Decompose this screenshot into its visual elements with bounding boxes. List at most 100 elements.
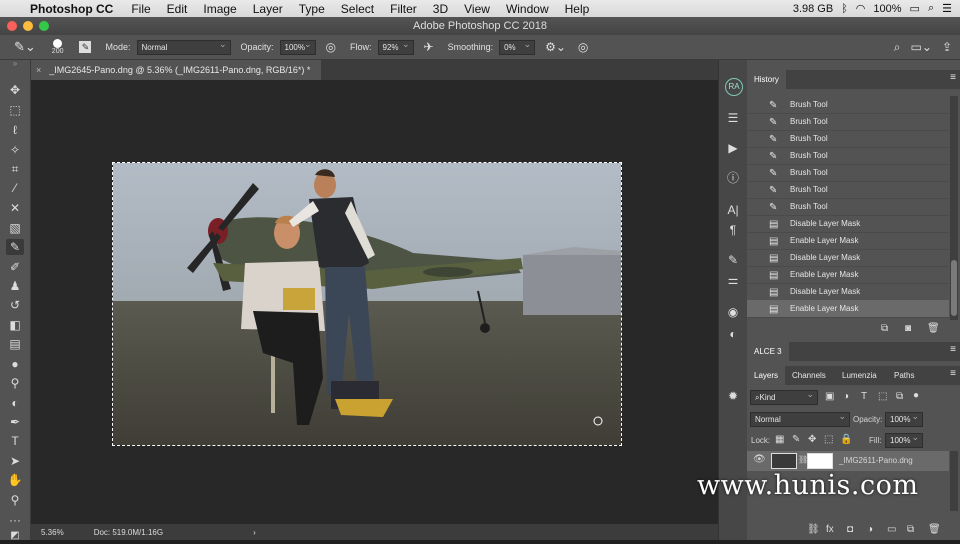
mode-select[interactable]: Normal: [136, 38, 231, 55]
minimize-window-button[interactable]: [23, 21, 33, 31]
history-item[interactable]: ✎ Brush Tool: [747, 113, 949, 131]
hand-tool-icon[interactable]: ✋: [6, 472, 24, 488]
move-tool-icon[interactable]: ✥: [6, 82, 24, 98]
history-item[interactable]: ✎ Brush Tool: [747, 198, 949, 216]
history-item[interactable]: ▤ Disable Layer Mask: [747, 283, 949, 301]
history-scrollbar[interactable]: [950, 96, 958, 320]
fill-field[interactable]: 100%: [885, 431, 923, 448]
wifi-icon[interactable]: ◠: [856, 2, 866, 15]
menu-3d[interactable]: 3D: [425, 2, 456, 16]
history-item[interactable]: ▤ Enable Layer Mask: [747, 232, 949, 250]
actions-play-icon[interactable]: ▶: [725, 140, 741, 156]
properties-icon[interactable]: ☰: [725, 110, 741, 126]
airbrush-icon[interactable]: ✈: [424, 40, 434, 54]
zoom-tool-icon[interactable]: ⚲: [6, 492, 24, 508]
filter-smart-object-icon[interactable]: ⧉: [896, 391, 903, 402]
doc-size[interactable]: Doc: 519.0M/1.16G: [94, 528, 163, 537]
lock-artboard-icon[interactable]: ⬚: [824, 434, 833, 445]
new-document-from-state-icon[interactable]: ⧉: [881, 323, 888, 334]
layers-scrollbar[interactable]: [950, 451, 958, 511]
eye-visibility-icon[interactable]: 👁: [753, 454, 766, 465]
tab-layers[interactable]: Layers: [747, 366, 786, 385]
healing-brush-tool-icon[interactable]: ✕: [6, 200, 24, 216]
tab-lumenzia[interactable]: Lumenzia: [835, 366, 884, 385]
brushes-icon[interactable]: ✎: [725, 252, 741, 268]
link-layers-icon[interactable]: ⛓: [807, 524, 820, 535]
menu-filter[interactable]: Filter: [382, 2, 425, 16]
lock-image-icon[interactable]: ✎: [792, 434, 800, 445]
brush-tool-icon[interactable]: ✎: [6, 239, 24, 255]
close-tab-icon[interactable]: ×: [36, 65, 41, 75]
quick-select-tool-icon[interactable]: ✧: [6, 142, 24, 158]
alce-plugin-icon[interactable]: ✹: [725, 388, 741, 404]
pen-tool-icon[interactable]: ✒: [6, 414, 24, 430]
search-icon[interactable]: ⌕: [928, 2, 934, 15]
snapshot-camera-icon[interactable]: ◙: [905, 323, 911, 334]
filter-shape-icon[interactable]: ⬚: [878, 391, 887, 402]
tab-channels[interactable]: Channels: [785, 366, 833, 385]
menu-select[interactable]: Select: [333, 2, 382, 16]
new-layer-icon[interactable]: ⧉: [907, 524, 914, 535]
lock-position-icon[interactable]: ✥: [808, 434, 816, 445]
adjustment-layer-icon[interactable]: ◑: [867, 524, 873, 535]
history-item[interactable]: ✎ Brush Tool: [747, 147, 949, 165]
brush-settings-panel-icon[interactable]: ⚌: [725, 272, 741, 288]
eraser-tool-icon[interactable]: ◧: [6, 317, 24, 333]
layer-thumbnail[interactable]: [771, 453, 797, 469]
layer-opacity-field[interactable]: 100%: [885, 410, 923, 427]
pressure-size-icon[interactable]: ◎: [578, 40, 588, 54]
memory-status[interactable]: 3.98 GB: [793, 3, 833, 15]
layer-name[interactable]: _IMG2611-Pano.dng: [839, 456, 913, 465]
delete-layer-icon[interactable]: 🗑: [928, 524, 941, 535]
tab-alce[interactable]: ALCE 3: [747, 342, 789, 361]
menu-image[interactable]: Image: [195, 2, 244, 16]
collapse-toolbar-icon[interactable]: »: [6, 60, 24, 68]
menu-view[interactable]: View: [456, 2, 498, 16]
history-item[interactable]: ✎ Brush Tool: [747, 130, 949, 148]
layer-row[interactable]: 👁 ⛓ _IMG2611-Pano.dng: [747, 451, 949, 471]
zoom-window-button[interactable]: [39, 21, 49, 31]
filter-adjustment-icon[interactable]: ◑: [843, 391, 849, 402]
menu-window[interactable]: Window: [498, 2, 557, 16]
document-canvas-image[interactable]: [112, 162, 622, 446]
document-tab[interactable]: × _IMG2645-Pano.dng @ 5.36% (_IMG2611-Pan…: [31, 60, 322, 80]
history-item[interactable]: ▤ Disable Layer Mask: [747, 215, 949, 233]
character-icon[interactable]: A|: [725, 202, 741, 218]
gradient-tool-icon[interactable]: ▤: [6, 336, 24, 352]
flow-field[interactable]: 92%: [377, 38, 414, 55]
menu-edit[interactable]: Edit: [159, 2, 196, 16]
adjustments-icon[interactable]: ◐: [725, 326, 741, 342]
lasso-tool-icon[interactable]: ℓ: [6, 122, 24, 138]
dodge-tool-icon[interactable]: ⚲: [6, 375, 24, 391]
new-group-folder-icon[interactable]: ▭: [887, 524, 896, 535]
info-icon[interactable]: ⓘ: [725, 170, 741, 186]
filter-toggle-icon[interactable]: ●: [913, 390, 919, 401]
pressure-opacity-icon[interactable]: ◎: [326, 40, 336, 54]
menu-layer[interactable]: Layer: [245, 2, 291, 16]
brush-tool-preset-icon[interactable]: ✎⌄: [14, 39, 36, 55]
blend-mode-select[interactable]: Normal: [750, 410, 850, 427]
kind-filter-select[interactable]: ⌕Kind: [750, 388, 818, 405]
history-item[interactable]: ▤ Enable Layer Mask: [747, 266, 949, 284]
menu-type[interactable]: Type: [291, 2, 333, 16]
battery-percent[interactable]: 100%: [873, 3, 901, 15]
profile-avatar[interactable]: RA: [725, 78, 743, 96]
more-tools-icon[interactable]: ···: [6, 512, 24, 528]
battery-icon[interactable]: ▭: [910, 2, 920, 15]
blur-tool-icon[interactable]: ●: [6, 356, 24, 372]
lock-transparent-icon[interactable]: ▦: [775, 434, 784, 445]
brush-size-picker[interactable]: 200: [52, 39, 63, 55]
smoothing-field[interactable]: 0%: [499, 38, 536, 55]
close-window-button[interactable]: [7, 21, 17, 31]
lock-all-icon[interactable]: 🔒: [840, 434, 852, 445]
tab-history[interactable]: History: [747, 70, 786, 89]
history-item[interactable]: ✎ Brush Tool: [747, 181, 949, 199]
history-item[interactable]: ✎ Brush Tool: [747, 164, 949, 182]
gear-icon[interactable]: ⚙⌄: [545, 40, 566, 54]
libraries-icon[interactable]: ◉: [725, 304, 741, 320]
bluetooth-icon[interactable]: ᛒ: [841, 3, 848, 15]
paragraph-icon[interactable]: ¶: [725, 222, 741, 238]
panel-menu-icon[interactable]: ≡: [950, 344, 956, 355]
add-mask-icon[interactable]: ◘: [847, 524, 853, 535]
brush-settings-icon[interactable]: ✎: [79, 41, 92, 53]
